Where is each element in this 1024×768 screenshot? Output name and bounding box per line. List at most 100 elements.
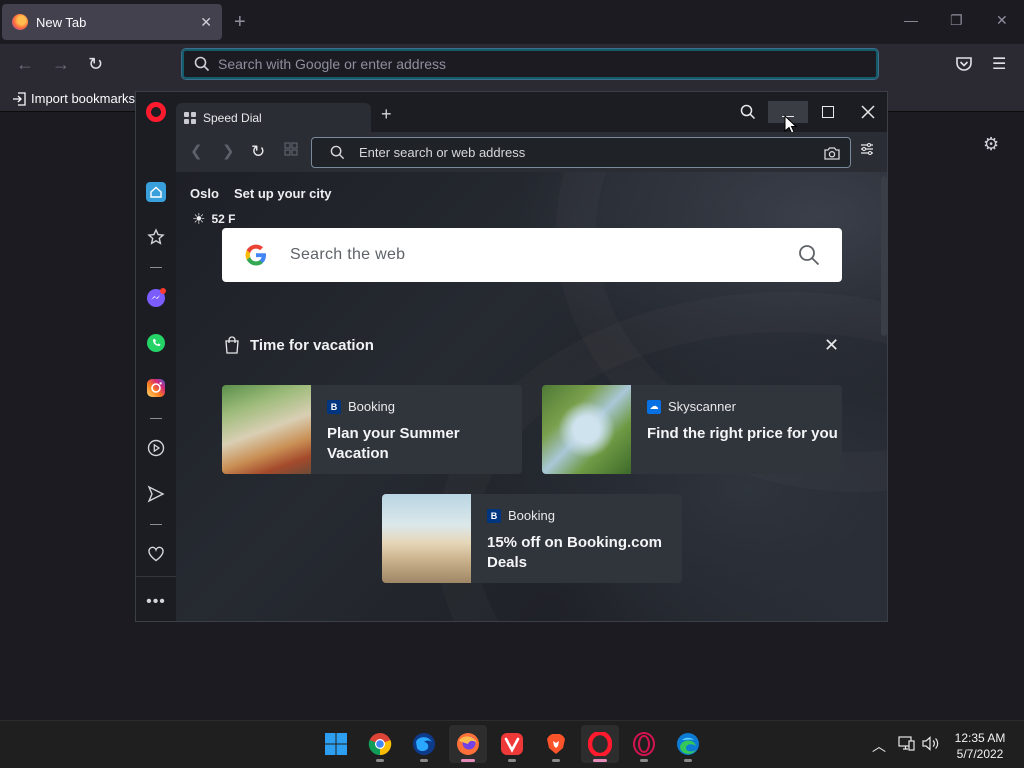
google-search-box[interactable]: Search the web <box>222 228 842 282</box>
card-headline: Plan your Summer Vacation <box>327 425 460 462</box>
firefox-developer-icon <box>413 733 435 755</box>
reload-icon[interactable]: ↻ <box>88 54 103 74</box>
forward-icon[interactable]: ❯ <box>222 142 235 162</box>
player-icon[interactable] <box>146 438 166 458</box>
firefox-minimize-icon[interactable]: — <box>904 12 918 28</box>
volume-icon[interactable] <box>922 736 940 754</box>
vacation-title-text: Time for vacation <box>250 336 374 354</box>
card-brand-name: Booking <box>348 399 395 414</box>
running-indicator <box>640 759 648 762</box>
firefox-tab-title: New Tab <box>36 14 87 30</box>
easy-setup-icon[interactable] <box>860 142 874 162</box>
firefox-url-bar[interactable]: Search with Google or enter address <box>181 48 879 80</box>
url-bar-placeholder: Search with Google or enter address <box>218 56 447 72</box>
running-indicator <box>684 759 692 762</box>
back-icon[interactable]: ❮ <box>190 142 203 162</box>
sidebar-divider <box>150 524 162 525</box>
weather-city[interactable]: Oslo <box>190 186 219 201</box>
newtab-settings-gear-icon[interactable]: ⚙ <box>983 134 999 155</box>
firefox-close-icon[interactable]: ✕ <box>996 12 1008 29</box>
sidebar-divider <box>150 267 162 268</box>
opera-new-tab-button[interactable]: + <box>381 104 392 125</box>
palm-trees-plane-image <box>542 385 631 474</box>
search-icon[interactable] <box>798 244 820 266</box>
chrome-icon <box>368 733 392 756</box>
running-indicator <box>552 759 560 762</box>
vacation-section-title: Time for vacation <box>224 336 374 354</box>
close-icon <box>861 105 875 119</box>
card-headline: Find the right price for you <box>647 425 838 442</box>
weather-setup-city-link[interactable]: Set up your city <box>234 186 332 201</box>
vacation-card-skyscanner[interactable]: ☁ Skyscanner Find the right price for yo… <box>542 385 842 474</box>
hammock-beach-image <box>222 385 311 474</box>
speed-dial-page: Oslo Set up your city ☀ 52 F Search the … <box>176 172 887 621</box>
whatsapp-icon[interactable] <box>146 333 166 353</box>
vivaldi-icon <box>501 733 523 755</box>
brave-icon <box>547 734 565 754</box>
vacation-card-booking-deals[interactable]: B Booking 15% off on Booking.com Deals <box>382 494 682 583</box>
camera-snapshot-icon[interactable] <box>824 146 840 160</box>
firefox-new-tab-button[interactable]: + <box>234 10 246 34</box>
clock-date: 5/7/2022 <box>956 747 1004 761</box>
home-icon[interactable] <box>146 182 166 202</box>
vacation-close-icon[interactable]: ✕ <box>824 336 839 354</box>
import-bookmarks-link[interactable]: Import bookmarks... <box>12 91 146 106</box>
maximize-icon <box>822 106 834 118</box>
opera-tab-speed-dial[interactable]: Speed Dial <box>176 103 371 132</box>
vacation-card-booking-summer[interactable]: B Booking Plan your Summer Vacation <box>222 385 522 474</box>
reload-icon[interactable]: ↻ <box>251 142 265 162</box>
heart-icon[interactable] <box>146 544 166 564</box>
search-icon <box>330 145 345 160</box>
sidebar-bottom-divider <box>136 576 176 577</box>
opera-tab-title: Speed Dial <box>203 110 262 125</box>
system-clock[interactable]: 12:35 AM 5/7/2022 <box>950 730 1010 762</box>
opera-close-button[interactable] <box>848 101 887 123</box>
firefox-favicon-icon <box>12 14 28 30</box>
running-indicator <box>461 759 475 762</box>
messenger-icon[interactable] <box>146 288 166 308</box>
shopping-bag-icon <box>225 336 239 354</box>
star-icon[interactable] <box>146 227 166 247</box>
network-icon[interactable] <box>898 736 915 754</box>
opera-icon <box>588 732 612 756</box>
close-tab-icon[interactable]: ✕ <box>200 14 212 31</box>
card-brand: B Booking <box>327 399 522 414</box>
tab-search-icon[interactable] <box>728 101 768 123</box>
opera-address-bar[interactable]: Enter search or web address <box>311 137 851 168</box>
card-brand-name: Skyscanner <box>668 399 736 414</box>
running-indicator <box>593 759 607 762</box>
pocket-icon[interactable] <box>955 56 973 72</box>
firefox-icon <box>457 733 479 755</box>
taskbar-edge[interactable] <box>669 725 707 763</box>
tabs-grid-icon[interactable] <box>284 142 298 162</box>
sidebar-divider <box>150 418 162 419</box>
taskbar-brave[interactable] <box>537 725 575 763</box>
taskbar-firefox-dev[interactable] <box>405 725 443 763</box>
card-brand-name: Booking <box>508 508 555 523</box>
hamburger-menu-icon[interactable]: ☰ <box>992 54 1006 74</box>
taskbar-opera[interactable] <box>581 725 619 763</box>
start-button[interactable] <box>317 725 355 763</box>
edge-icon <box>677 733 699 755</box>
running-indicator <box>420 759 428 762</box>
show-hidden-icons-chevron-icon[interactable]: ︿ <box>872 736 886 756</box>
opera-logo-icon[interactable] <box>146 102 166 122</box>
taskbar-firefox[interactable] <box>449 725 487 763</box>
booking-logo-icon: B <box>327 399 341 414</box>
firefox-restore-icon[interactable]: ❐ <box>950 12 963 29</box>
taskbar-opera-gx[interactable] <box>625 725 663 763</box>
taskbar-chrome[interactable] <box>361 725 399 763</box>
firefox-tab-new-tab[interactable]: New Tab ✕ <box>2 4 222 40</box>
opera-maximize-button[interactable] <box>808 101 848 123</box>
page-scrollbar[interactable] <box>881 176 887 336</box>
card-brand: B Booking <box>487 508 682 523</box>
send-icon[interactable] <box>146 484 166 504</box>
running-indicator <box>508 759 516 762</box>
bicycle-couple-image <box>382 494 471 583</box>
forward-arrow-icon[interactable]: → <box>52 54 70 74</box>
instagram-icon[interactable] <box>146 378 166 398</box>
card-headline: 15% off on Booking.com Deals <box>487 534 663 571</box>
back-arrow-icon[interactable]: ← <box>16 54 34 74</box>
more-options-icon[interactable]: ••• <box>146 592 166 612</box>
taskbar-vivaldi[interactable] <box>493 725 531 763</box>
